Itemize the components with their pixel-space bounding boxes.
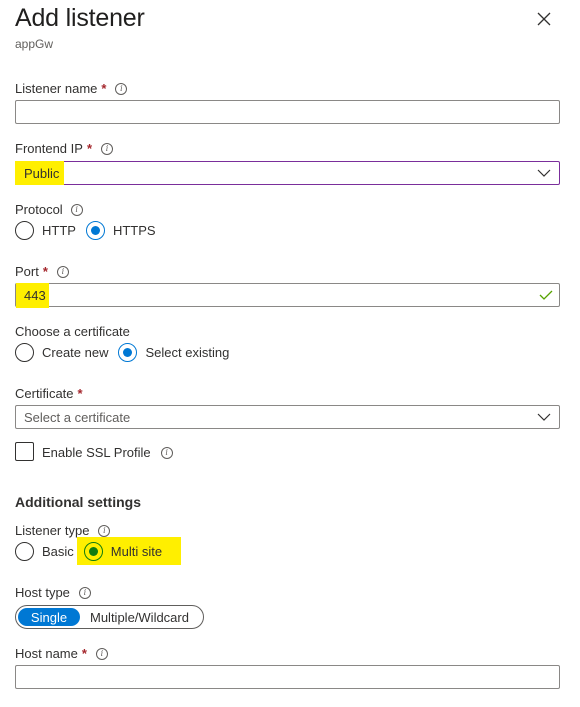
radio-https-label[interactable]: HTTPS	[113, 223, 156, 238]
radio-basic-label[interactable]: Basic	[42, 544, 74, 559]
enable-ssl-profile-label: Enable SSL Profile i	[42, 445, 173, 460]
port-label: Port * i	[15, 264, 69, 279]
host-type-toggle: Single Multiple/Wildcard	[15, 605, 204, 629]
panel-title: Add listener	[15, 4, 145, 32]
info-icon[interactable]: i	[78, 586, 91, 599]
host-type-label: Host type i	[15, 585, 91, 600]
radio-basic[interactable]	[15, 542, 34, 561]
info-icon[interactable]: i	[56, 265, 69, 278]
listener-type-label: Listener type i	[15, 523, 111, 538]
radio-http-label[interactable]: HTTP	[42, 223, 76, 238]
radio-select-existing[interactable]	[118, 343, 138, 362]
radio-create-new-label[interactable]: Create new	[42, 345, 108, 360]
required-indicator: *	[81, 646, 87, 661]
radio-multi-site[interactable]	[83, 542, 103, 561]
radio-http[interactable]	[15, 221, 34, 240]
panel-subtitle: appGw	[15, 37, 54, 51]
required-indicator: *	[77, 386, 83, 401]
close-icon[interactable]	[535, 10, 553, 28]
enable-ssl-profile-checkbox[interactable]	[15, 442, 34, 461]
required-indicator: *	[86, 141, 92, 156]
certificate-label: Certificate *	[15, 386, 83, 401]
listener-name-label: Listener name * i	[15, 81, 128, 96]
radio-multi-site-label[interactable]: Multi site	[111, 544, 162, 559]
radio-select-existing-label[interactable]: Select existing	[145, 345, 229, 360]
info-icon[interactable]: i	[70, 203, 83, 216]
info-icon[interactable]: i	[95, 647, 108, 660]
required-indicator: *	[42, 264, 48, 279]
choose-certificate-label: Choose a certificate	[15, 324, 130, 339]
frontend-ip-dropdown[interactable]: Public	[15, 161, 560, 185]
host-type-single[interactable]: Single	[18, 608, 80, 626]
info-icon[interactable]: i	[98, 524, 111, 537]
host-type-multiple-wildcard[interactable]: Multiple/Wildcard	[80, 608, 189, 626]
listener-name-input[interactable]	[15, 100, 560, 124]
port-input[interactable]: 443	[15, 283, 560, 308]
info-icon[interactable]: i	[160, 446, 173, 459]
additional-settings-heading: Additional settings	[15, 494, 141, 510]
radio-https[interactable]	[85, 221, 105, 240]
checkmark-icon	[539, 290, 553, 300]
protocol-radio-group: HTTP HTTPS	[15, 221, 166, 240]
host-name-label: Host name * i	[15, 646, 108, 661]
chevron-down-icon	[537, 413, 551, 421]
chevron-down-icon	[537, 169, 551, 177]
certificate-dropdown[interactable]: Select a certificate	[15, 405, 560, 429]
listener-type-radio-group: Basic Multi site	[15, 542, 172, 561]
required-indicator: *	[101, 81, 107, 96]
frontend-ip-label: Frontend IP * i	[15, 141, 113, 156]
certificate-source-radio-group: Create new Select existing	[15, 343, 239, 362]
host-name-input[interactable]	[15, 665, 560, 689]
radio-create-new[interactable]	[15, 343, 34, 362]
info-icon[interactable]: i	[115, 82, 128, 95]
info-icon[interactable]: i	[101, 142, 113, 155]
protocol-label: Protocol i	[15, 202, 83, 217]
